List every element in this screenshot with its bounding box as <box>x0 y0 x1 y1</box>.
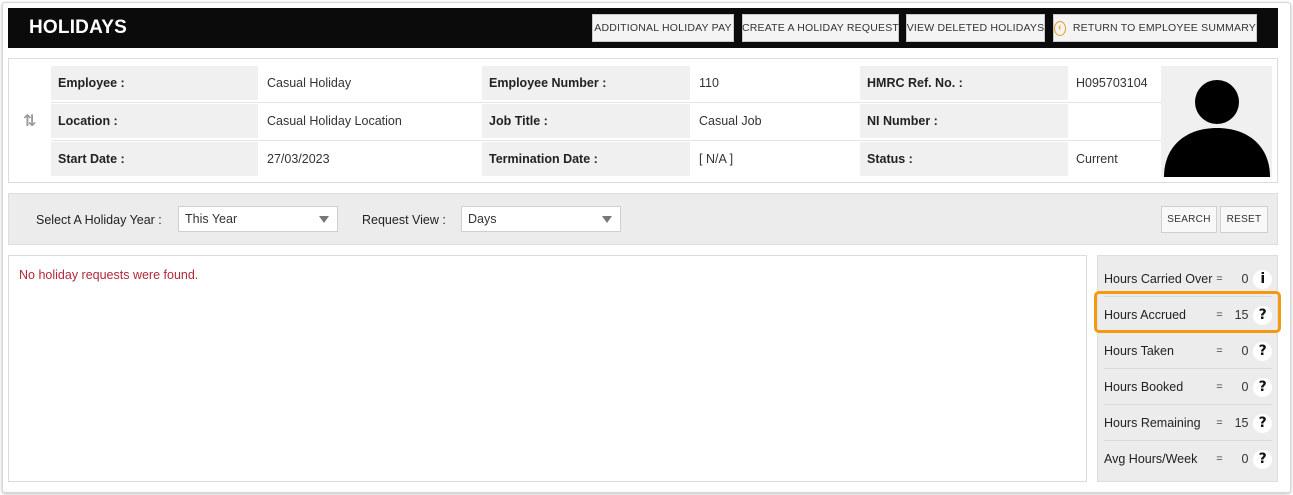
location-label: Location : <box>51 104 258 138</box>
chevron-left-circle-icon: ‹ <box>1054 20 1066 36</box>
equals-sign: = <box>1216 381 1223 393</box>
avatar <box>1161 66 1272 177</box>
equals-sign: = <box>1216 273 1223 285</box>
return-to-employee-summary-label: RETURN TO EMPLOYEE SUMMARY <box>1072 22 1256 34</box>
view-deleted-holidays-label: VIEW DELETED HOLIDAYS <box>906 22 1045 34</box>
job-title-label: Job Title : <box>482 104 690 138</box>
holiday-year-label: Select A Holiday Year : <box>36 213 162 227</box>
holiday-year-value: This Year <box>185 212 238 226</box>
info-icon[interactable]: i <box>1253 269 1273 289</box>
start-date-value: 27/03/2023 <box>260 142 481 176</box>
hmrc-ref-value: H095703104 <box>1069 66 1160 100</box>
reset-button-label: RESET <box>1226 214 1262 225</box>
stat-hours-taken: Hours Taken = 0 ? <box>1104 334 1273 368</box>
termination-date-label: Termination Date : <box>482 142 690 176</box>
stat-label: Hours Carried Over <box>1104 272 1213 286</box>
location-value: Casual Holiday Location <box>260 104 481 138</box>
stat-divider <box>1104 440 1272 441</box>
stat-value: 0 <box>1241 344 1249 358</box>
termination-date-value: [ N/A ] <box>692 142 859 176</box>
employee-value: Casual Holiday <box>260 66 481 100</box>
request-view-label: Request View : <box>362 213 446 227</box>
stat-value: 0 <box>1241 452 1249 466</box>
hours-summary-panel: Hours Carried Over = 0 i Hours Accrued =… <box>1097 255 1278 482</box>
stat-value: 0 <box>1241 380 1249 394</box>
request-view-select[interactable]: Days <box>461 206 621 232</box>
stat-label: Hours Taken <box>1104 344 1174 358</box>
employee-label: Employee : <box>51 66 258 100</box>
stat-label: Avg Hours/Week <box>1104 452 1198 466</box>
stat-avg-hours-week: Avg Hours/Week = 0 ? <box>1104 442 1273 476</box>
help-icon[interactable]: ? <box>1253 377 1273 397</box>
return-to-employee-summary-button[interactable]: ‹ RETURN TO EMPLOYEE SUMMARY <box>1053 14 1257 42</box>
stat-divider <box>1104 404 1272 405</box>
create-holiday-request-button[interactable]: CREATE A HOLIDAY REQUEST <box>742 14 899 42</box>
holiday-year-select[interactable]: This Year <box>178 206 338 232</box>
start-date-label: Start Date : <box>51 142 258 176</box>
chevron-down-icon <box>319 216 329 223</box>
employee-info-panel: ⇅ Employee : Casual Holiday Employee Num… <box>8 58 1278 183</box>
empty-results-message: No holiday requests were found. <box>19 268 199 282</box>
row-divider <box>51 140 1161 141</box>
page-title: HOLIDAYS <box>29 17 128 38</box>
stat-label: Hours Booked <box>1104 380 1184 394</box>
stat-divider <box>1104 368 1272 369</box>
ni-number-label: NI Number : <box>860 104 1068 138</box>
hours-accrued-highlight <box>1094 291 1281 333</box>
search-button[interactable]: SEARCH <box>1161 206 1217 233</box>
stat-value: 0 <box>1241 272 1249 286</box>
employee-number-value: 110 <box>692 66 859 100</box>
filter-bar: Select A Holiday Year : This Year Reques… <box>8 193 1278 245</box>
equals-sign: = <box>1216 417 1223 429</box>
stat-value: 15 <box>1234 416 1249 430</box>
hmrc-ref-label: HMRC Ref. No. : <box>860 66 1068 100</box>
view-deleted-holidays-button[interactable]: VIEW DELETED HOLIDAYS <box>906 14 1045 42</box>
stat-hours-remaining: Hours Remaining = 15 ? <box>1104 406 1273 440</box>
equals-sign: = <box>1216 345 1223 357</box>
page-header: HOLIDAYS ADDITIONAL HOLIDAY PAY CREATE A… <box>8 8 1278 48</box>
chevron-down-icon <box>602 216 612 223</box>
ni-number-value <box>1069 104 1160 138</box>
status-value: Current <box>1069 142 1160 176</box>
help-icon[interactable]: ? <box>1253 341 1273 361</box>
create-holiday-request-label: CREATE A HOLIDAY REQUEST <box>741 22 900 34</box>
swap-vertical-icon[interactable]: ⇅ <box>23 111 36 131</box>
request-view-value: Days <box>468 212 497 226</box>
help-icon[interactable]: ? <box>1253 413 1273 433</box>
stat-hours-booked: Hours Booked = 0 ? <box>1104 370 1273 404</box>
job-title-value: Casual Job <box>692 104 859 138</box>
equals-sign: = <box>1216 453 1223 465</box>
stat-label: Hours Remaining <box>1104 416 1201 430</box>
reset-button[interactable]: RESET <box>1220 206 1268 233</box>
search-button-label: SEARCH <box>1167 214 1211 225</box>
additional-holiday-pay-label: ADDITIONAL HOLIDAY PAY <box>594 22 732 34</box>
help-icon[interactable]: ? <box>1253 449 1273 469</box>
holiday-requests-panel: No holiday requests were found. <box>8 255 1087 482</box>
row-divider <box>51 102 1161 103</box>
user-silhouette-icon <box>1164 80 1270 177</box>
employee-number-label: Employee Number : <box>482 66 690 100</box>
additional-holiday-pay-button[interactable]: ADDITIONAL HOLIDAY PAY <box>592 14 734 42</box>
status-label: Status : <box>860 142 1068 176</box>
